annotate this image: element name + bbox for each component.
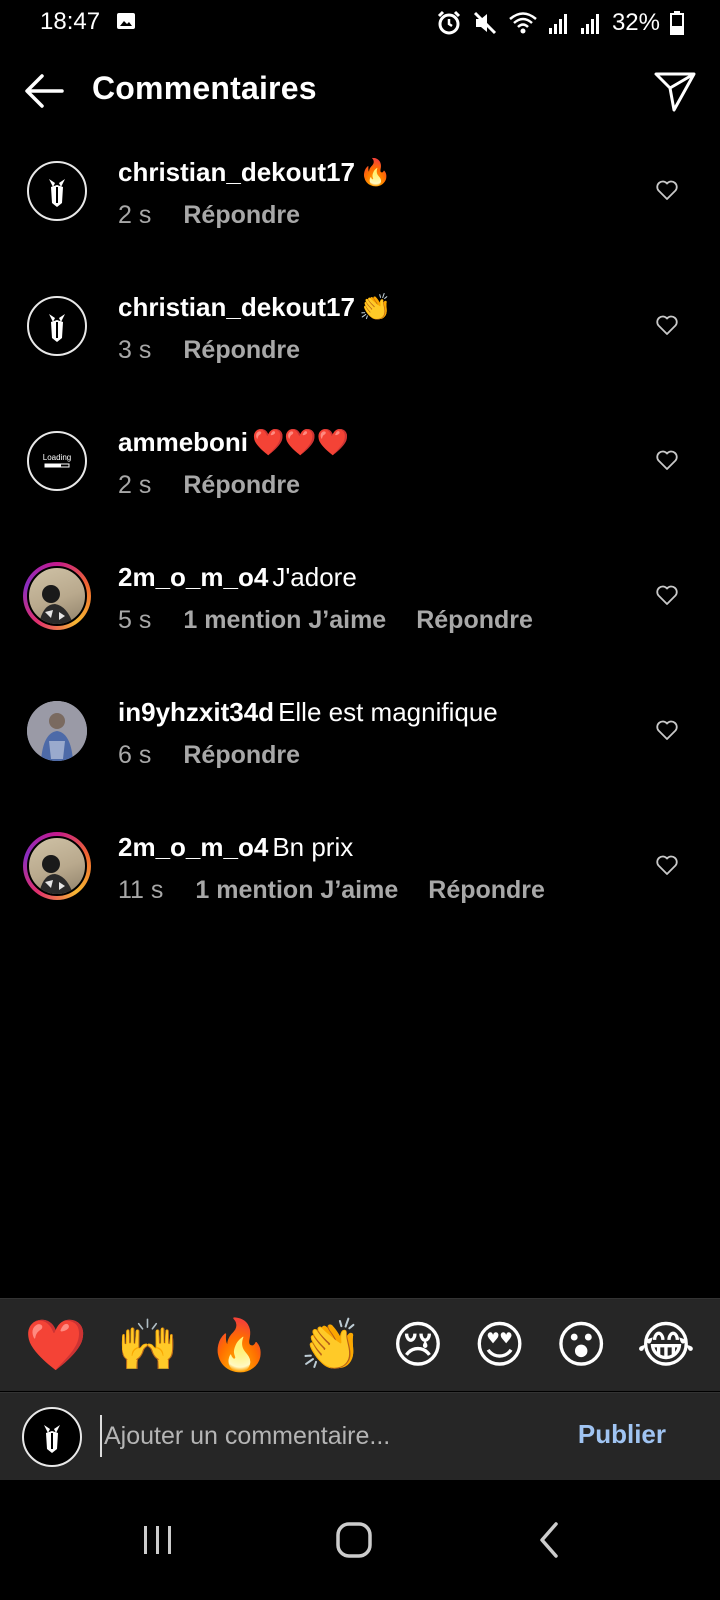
alarm-icon — [437, 10, 461, 35]
avatar[interactable] — [27, 161, 87, 221]
comment-item: Loading ammeboni ❤️❤️❤️ 2 s Répondre — [0, 405, 720, 540]
back-arrow-icon[interactable] — [22, 68, 68, 114]
comment-line: christian_dekout17 👏 — [118, 292, 391, 323]
comment-meta: 2 s Répondre — [118, 201, 330, 230]
comment-meta: 6 s Répondre — [118, 741, 330, 770]
comment-line: 2m_o_m_o4 Bn prix — [118, 832, 353, 863]
avatar-photo — [27, 836, 87, 896]
reply-button[interactable]: Répondre — [416, 606, 533, 634]
likes-count[interactable]: 1 mention J’aime — [195, 876, 398, 904]
back-nav-icon[interactable] — [530, 1520, 570, 1560]
comment-username[interactable]: ammeboni — [118, 427, 248, 457]
comment-line: christian_dekout17 🔥 — [118, 157, 391, 188]
comment-text: Bn prix — [272, 832, 354, 862]
recent-apps-icon[interactable] — [138, 1520, 178, 1560]
avatar-story-ring[interactable] — [23, 562, 91, 630]
comment-username[interactable]: in9yhzxit34d — [118, 697, 274, 727]
person-photo-icon — [39, 855, 73, 894]
status-icons: 32% — [436, 8, 684, 38]
avatar[interactable]: Loading — [27, 431, 87, 491]
mute-icon — [473, 11, 497, 35]
comment-text: Elle est magnifique — [278, 697, 498, 727]
comment-item: 2m_o_m_o4 Bn prix 11 s 1 mention J’aime Rép… — [0, 810, 720, 945]
emoji-heart-button[interactable]: ❤️ — [25, 1320, 87, 1370]
comment-time: 5 s — [118, 606, 152, 634]
comment-time: 2 s — [118, 201, 152, 229]
wifi-icon — [509, 12, 537, 34]
avatar[interactable] — [27, 701, 87, 761]
comment-username[interactable]: christian_dekout17 — [118, 292, 355, 322]
send-icon[interactable] — [652, 68, 698, 114]
emoji-laughing-button[interactable]: 😂 — [637, 1320, 695, 1370]
emoji-sad-button[interactable]: 😢 — [392, 1320, 444, 1370]
signal-icon-1 — [548, 14, 567, 34]
comment-item: in9yhzxit34d Elle est magnifique 6 s Répon… — [0, 675, 720, 810]
comment-text: 👏 — [358, 292, 392, 322]
comment-text: 🔥 — [358, 157, 392, 187]
likes-count[interactable]: 1 mention J’aime — [183, 606, 386, 634]
comment-meta: 11 s 1 mention J’aime Répondre — [118, 876, 575, 905]
avatar-story-ring[interactable] — [23, 832, 91, 900]
status-time: 18:47 — [40, 8, 101, 35]
emoji-raised-hands-button[interactable]: 🙌 — [117, 1320, 179, 1370]
svg-text:Loading: Loading — [43, 453, 71, 462]
comment-item: christian_dekout17 👏 3 s Répondre — [0, 270, 720, 405]
like-heart-icon[interactable] — [655, 448, 679, 472]
reply-button[interactable]: Répondre — [183, 336, 300, 364]
reply-button[interactable]: Répondre — [183, 741, 300, 769]
comment-username[interactable]: 2m_o_m_o4 — [118, 562, 268, 592]
emoji-fire-button[interactable]: 🔥 — [208, 1320, 270, 1370]
status-bar: 18:47 32% — [0, 0, 720, 46]
tuxedo-logo-icon — [44, 1425, 60, 1453]
reply-button[interactable]: Répondre — [428, 876, 545, 904]
comment-time: 2 s — [118, 471, 152, 499]
comment-meta: 3 s Répondre — [118, 336, 330, 365]
header: Commentaires — [0, 56, 720, 124]
comment-time: 6 s — [118, 741, 152, 769]
tuxedo-logo-icon — [49, 314, 65, 342]
comment-time: 3 s — [118, 336, 152, 364]
page-title: Commentaires — [92, 70, 317, 106]
comment-line: 2m_o_m_o4 J'adore — [118, 562, 357, 593]
like-heart-icon[interactable] — [655, 313, 679, 337]
comment-text: J'adore — [272, 562, 357, 592]
reply-button[interactable]: Répondre — [183, 201, 300, 229]
comment-item: 2m_o_m_o4 J'adore 5 s 1 mention J’aime Répo… — [0, 540, 720, 675]
person-photo-icon — [27, 701, 87, 761]
comment-line: ammeboni ❤️❤️❤️ — [118, 427, 349, 458]
comment-meta: 5 s 1 mention J’aime Répondre — [118, 606, 563, 635]
emoji-heart-eyes-button[interactable]: 😍 — [474, 1320, 526, 1370]
publish-button[interactable]: Publier — [578, 1419, 666, 1450]
tuxedo-logo-icon — [49, 179, 65, 207]
like-heart-icon[interactable] — [655, 178, 679, 202]
comment-input[interactable] — [100, 1415, 546, 1457]
avatar[interactable] — [27, 296, 87, 356]
comment-time: 11 s — [118, 876, 164, 904]
avatar-photo — [27, 566, 87, 626]
signal-icon-2 — [580, 14, 599, 34]
battery-icon — [670, 11, 684, 35]
comment-username[interactable]: 2m_o_m_o4 — [118, 832, 268, 862]
gallery-notification-icon — [117, 13, 135, 29]
like-heart-icon[interactable] — [655, 853, 679, 877]
comment-item: christian_dekout17 🔥 2 s Répondre — [0, 135, 720, 270]
emoji-clap-button[interactable]: 👏 — [300, 1320, 362, 1370]
loading-logo-icon: Loading — [43, 453, 71, 468]
comment-composer: Publier — [0, 1392, 720, 1481]
comment-meta: 2 s Répondre — [118, 471, 330, 500]
comment-text: ❤️❤️❤️ — [252, 427, 350, 457]
comments-list: christian_dekout17 🔥 2 s Répondre christia… — [0, 135, 720, 945]
reply-button[interactable]: Répondre — [183, 471, 300, 499]
home-icon[interactable] — [334, 1520, 374, 1560]
like-heart-icon[interactable] — [655, 583, 679, 607]
current-user-avatar — [22, 1407, 82, 1467]
like-heart-icon[interactable] — [655, 718, 679, 742]
comment-line: in9yhzxit34d Elle est magnifique — [118, 697, 498, 728]
emoji-quick-bar: ❤️ 🙌 🔥 👏 😢 😍 😮 😂 — [0, 1298, 720, 1391]
emoji-surprised-button[interactable]: 😮 — [555, 1320, 607, 1370]
battery-percent: 32% — [611, 9, 660, 36]
comment-username[interactable]: christian_dekout17 — [118, 157, 355, 187]
system-nav-bar — [0, 1480, 720, 1600]
person-photo-icon — [39, 585, 73, 624]
